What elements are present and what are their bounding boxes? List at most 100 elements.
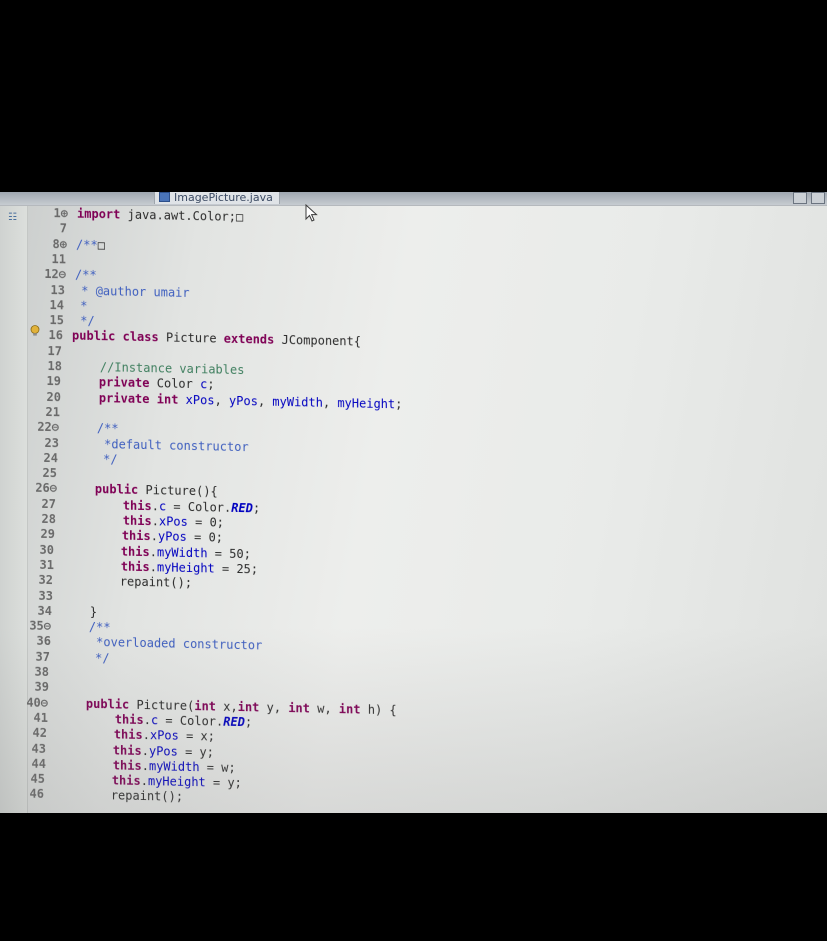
code-text: /**□	[76, 236, 105, 253]
code-token: xPos	[185, 392, 215, 408]
quick-fix-bulb-icon[interactable]	[30, 325, 40, 336]
line-number: 37	[35, 649, 50, 664]
code-token: = w;	[199, 759, 236, 775]
maximize-icon[interactable]	[811, 192, 825, 204]
code-token: □	[235, 209, 244, 225]
code-token: myWidth	[272, 394, 323, 410]
code-token: .	[150, 529, 158, 544]
code-token: myWidth	[156, 544, 208, 560]
line-number: 29	[40, 527, 55, 542]
code-token: ;	[207, 377, 215, 392]
line-number: 46	[29, 787, 44, 802]
line-number: 42	[32, 725, 47, 741]
line-number: 23	[44, 435, 59, 450]
code-token: this	[111, 773, 141, 789]
code-token: */	[73, 313, 95, 329]
line-number: 18	[47, 358, 62, 374]
line-number: 17	[47, 343, 62, 358]
line-number: 21	[45, 404, 60, 420]
line-number: 22⊖	[37, 419, 59, 435]
code-token: ,	[257, 393, 273, 409]
code-token: JComponent{	[274, 333, 362, 349]
code-text: */	[67, 450, 118, 467]
code-token: xPos	[158, 514, 188, 529]
line-number: 43	[31, 741, 46, 756]
line-number: 33	[38, 588, 53, 603]
code-editor[interactable]: 1⊕ import java.awt.Color;□ 7 8⊕/**□ 11 12⊖/**…	[0, 192, 827, 813]
code-token: this	[114, 712, 144, 727]
code-token: .	[149, 560, 157, 575]
line-number: 35⊖	[29, 618, 51, 634]
code-token: myWidth	[148, 758, 200, 774]
code-token: ;	[395, 396, 403, 412]
line-number: 20	[46, 389, 61, 404]
code-token: = Color.	[158, 713, 224, 729]
line-number: 12⊖	[44, 267, 66, 282]
editor-photo: ImagePicture.java ☷ 1⊕ import java.awt.Co…	[0, 192, 827, 813]
code-token: = x;	[178, 728, 215, 744]
line-number: 11	[51, 251, 66, 267]
code-token: RED	[231, 500, 253, 515]
line-number: 19	[46, 374, 61, 389]
code-token: myHeight	[156, 560, 215, 576]
code-token: java.awt.Color;	[120, 207, 236, 224]
code-token: */	[67, 451, 118, 467]
code-token: private int	[98, 390, 179, 407]
line-number: 31	[39, 557, 54, 573]
code-token: this	[121, 528, 151, 544]
line-number: 24	[43, 450, 58, 466]
line-number: 40⊖	[26, 695, 48, 710]
code-token: x,	[215, 699, 238, 714]
code-token: /**	[60, 619, 111, 635]
code-token: /**	[75, 267, 97, 283]
line-number: 34	[37, 603, 52, 618]
mouse-cursor-icon	[305, 204, 318, 222]
code-token: myHeight	[337, 395, 396, 411]
code-token: .	[141, 758, 149, 773]
code-token: }	[61, 604, 98, 619]
line-number: 32	[38, 572, 53, 588]
code-token: /**	[68, 420, 119, 436]
code-token: ,	[322, 395, 338, 410]
code-token: = 50;	[207, 545, 251, 561]
code-token: this	[120, 559, 150, 575]
code-token: int	[288, 700, 310, 716]
minimize-icon[interactable]	[793, 192, 807, 204]
line-number: 8⊕	[52, 236, 67, 251]
code-text: public class Picture extends JComponent{	[72, 328, 361, 350]
code-token: * @author umair	[74, 283, 190, 300]
code-token: ,	[214, 393, 229, 408]
line-number: 26⊖	[35, 481, 57, 496]
line-number: 25	[42, 465, 57, 481]
line-number: 36	[36, 634, 51, 649]
code-token: public	[94, 482, 139, 498]
code-token: .	[151, 514, 159, 529]
code-text: }	[61, 603, 97, 620]
code-token: Picture(){	[138, 483, 218, 499]
code-token: Picture(	[129, 697, 195, 713]
code-token: = y;	[205, 775, 242, 791]
line-number: 30	[39, 542, 54, 557]
code-token: .	[151, 498, 159, 514]
code-token: RED	[223, 714, 245, 730]
code-token: Color	[149, 376, 201, 392]
code-token: .	[141, 743, 149, 758]
code-token: .	[142, 728, 150, 743]
code-token: this	[122, 513, 152, 529]
code-token: h) {	[360, 702, 397, 717]
code-text: */	[73, 313, 95, 329]
code-token: .	[140, 774, 148, 789]
code-text: private int xPos, yPos, myWidth, myHeigh…	[70, 389, 403, 412]
code-token: = 0;	[186, 530, 223, 545]
code-token: repaint();	[53, 787, 184, 805]
